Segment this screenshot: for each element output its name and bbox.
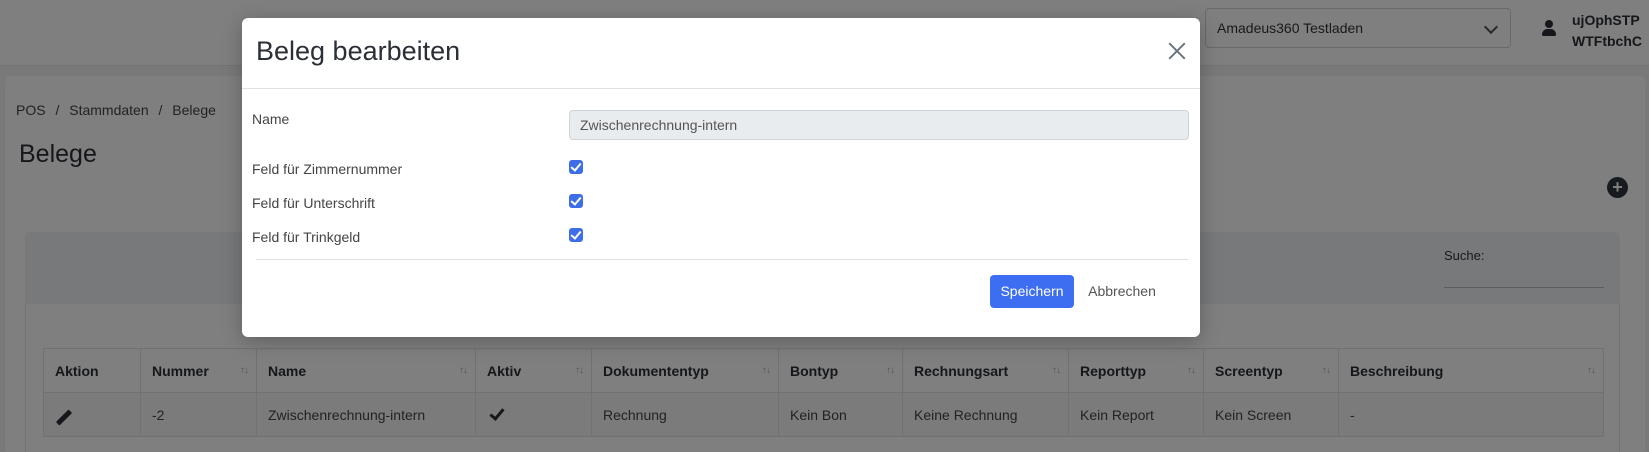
name-label: Name [252, 111, 290, 127]
close-icon[interactable] [1166, 40, 1188, 62]
modal-title: Beleg bearbeiten [256, 36, 461, 66]
tip-checkbox[interactable] [569, 228, 583, 242]
signature-checkbox[interactable] [569, 194, 583, 208]
tip-label: Feld für Trinkgeld [252, 229, 361, 245]
cancel-button[interactable]: Abbrechen [1080, 275, 1164, 308]
room-number-checkbox[interactable] [569, 160, 583, 174]
divider [256, 259, 1188, 260]
edit-beleg-modal: Beleg bearbeiten Name Zwischenrechnung-i… [242, 18, 1200, 337]
save-button[interactable]: Speichern [990, 275, 1074, 308]
modal-header: Beleg bearbeiten [242, 18, 1200, 89]
signature-label: Feld für Unterschrift [252, 195, 375, 211]
room-number-label: Feld für Zimmernummer [252, 161, 403, 177]
name-input[interactable]: Zwischenrechnung-intern [569, 110, 1189, 140]
